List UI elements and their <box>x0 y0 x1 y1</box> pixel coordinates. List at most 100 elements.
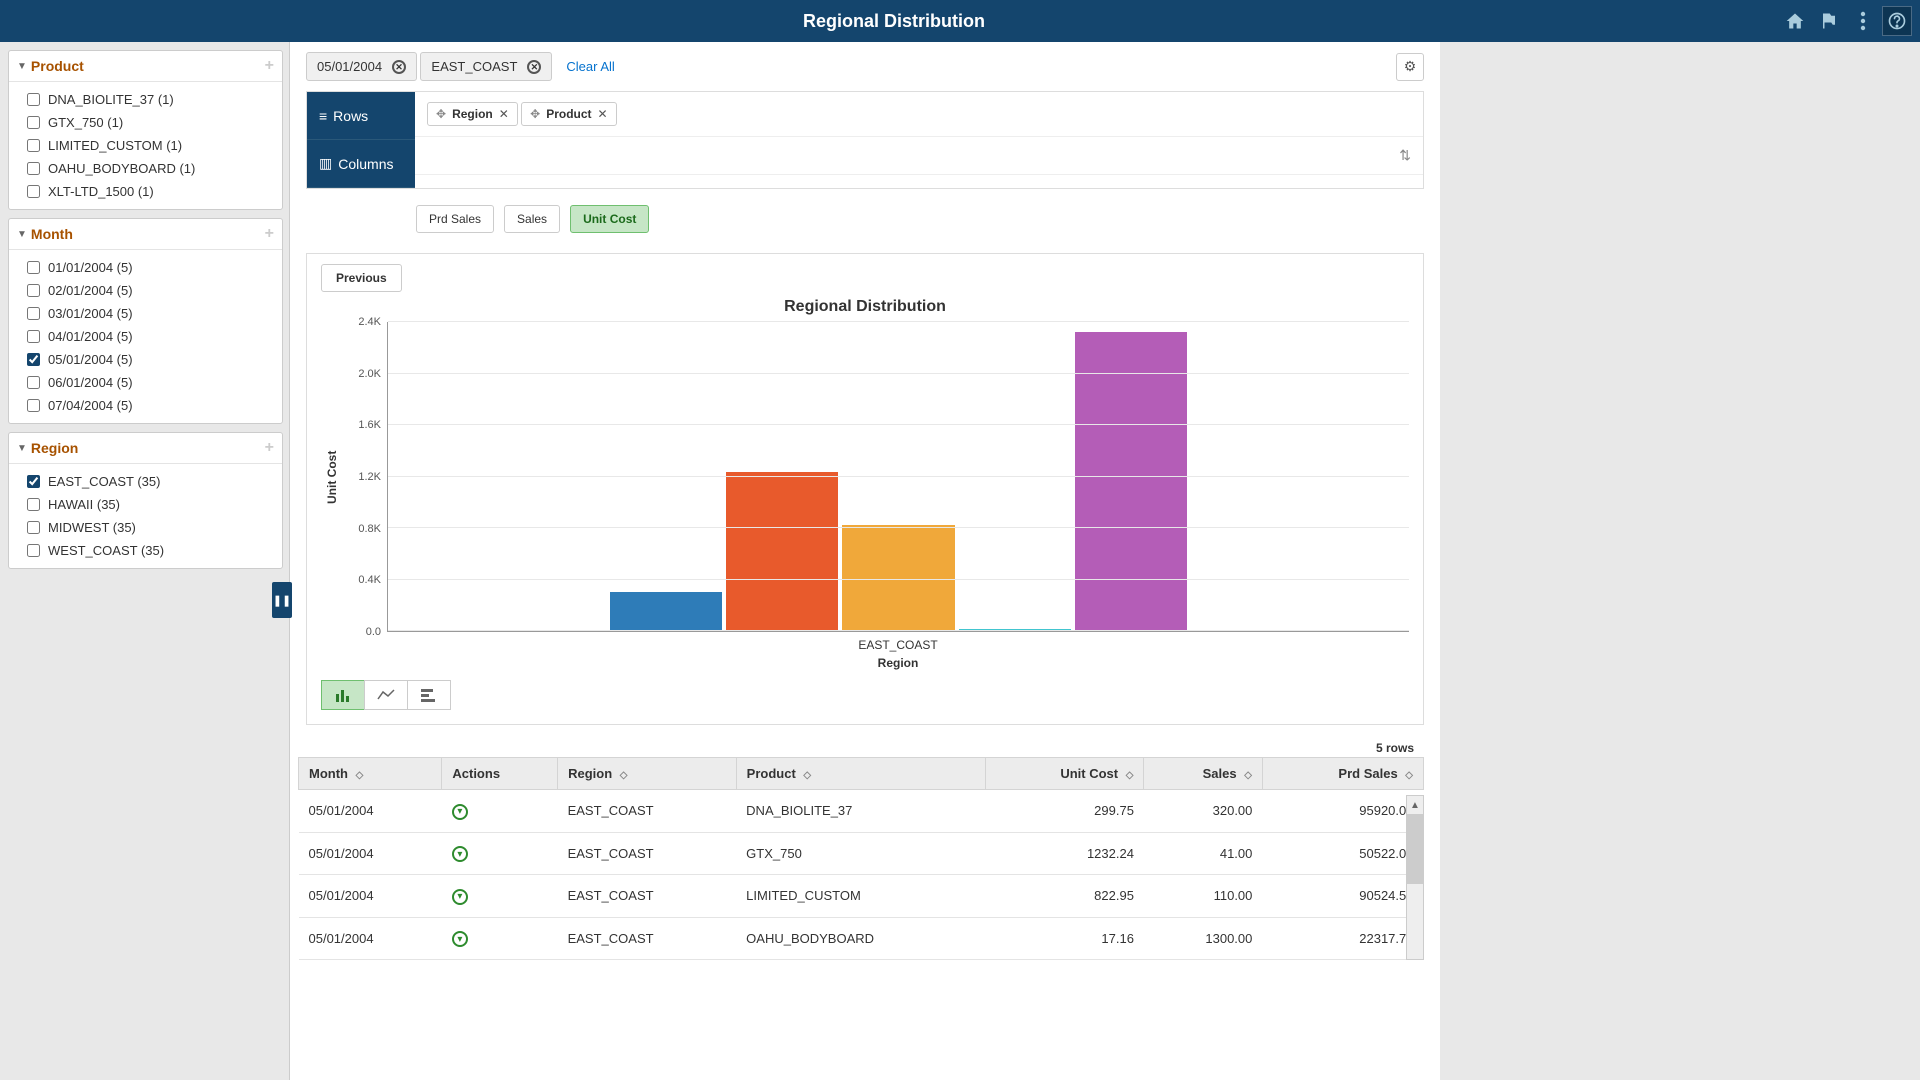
facet-checkbox[interactable] <box>27 307 40 320</box>
plus-icon[interactable]: + <box>265 439 274 457</box>
column-header[interactable]: Actions <box>442 758 558 790</box>
facet-item[interactable]: EAST_COAST (35) <box>9 470 282 493</box>
row-action-icon[interactable]: ▾ <box>452 846 468 862</box>
measure-chip[interactable]: Prd Sales <box>416 205 494 233</box>
menu-dots-icon[interactable] <box>1848 6 1878 36</box>
facet-item[interactable]: LIMITED_CUSTOM (1) <box>9 134 282 157</box>
help-icon[interactable] <box>1882 6 1912 36</box>
sort-icon[interactable]: ◇ <box>1244 770 1252 781</box>
facet-item-label: 04/01/2004 (5) <box>48 329 133 344</box>
facet-header[interactable]: ▼Region+ <box>9 433 282 464</box>
facet-checkbox[interactable] <box>27 376 40 389</box>
facet-name: Month <box>31 226 265 242</box>
column-header[interactable]: Month ◇ <box>299 758 442 790</box>
facet-checkbox[interactable] <box>27 399 40 412</box>
cell-actions: ▾ <box>442 875 558 918</box>
column-header[interactable]: Region ◇ <box>558 758 737 790</box>
facet-checkbox[interactable] <box>27 330 40 343</box>
chart-type-hbar-button[interactable] <box>407 680 451 710</box>
facet-checkbox[interactable] <box>27 544 40 557</box>
dimension-label: Region <box>452 107 493 121</box>
facet-checkbox[interactable] <box>27 261 40 274</box>
facet-checkbox[interactable] <box>27 116 40 129</box>
facet-item[interactable]: XLT-LTD_1500 (1) <box>9 180 282 203</box>
sort-icon[interactable]: ◇ <box>1126 770 1134 781</box>
grid-line <box>388 424 1409 425</box>
facet-item[interactable]: 02/01/2004 (5) <box>9 279 282 302</box>
facet-checkbox[interactable] <box>27 353 40 366</box>
facet-item[interactable]: GTX_750 (1) <box>9 111 282 134</box>
chart-bar[interactable] <box>726 472 838 631</box>
facet-checkbox[interactable] <box>27 162 40 175</box>
facet-checkbox[interactable] <box>27 139 40 152</box>
plus-icon[interactable]: + <box>265 225 274 243</box>
remove-dim-icon[interactable]: ✕ <box>499 107 509 121</box>
chart-type-bar-button[interactable] <box>321 680 365 710</box>
column-header[interactable]: Product ◇ <box>736 758 985 790</box>
facet-item[interactable]: 03/01/2004 (5) <box>9 302 282 325</box>
facet-item-label: MIDWEST (35) <box>48 520 136 535</box>
chart-bar[interactable] <box>1075 332 1187 631</box>
facet-header[interactable]: ▼Product+ <box>9 51 282 82</box>
clear-all-link[interactable]: Clear All <box>566 59 614 74</box>
remove-chip-icon[interactable]: ✕ <box>392 60 406 74</box>
sort-icon[interactable]: ◇ <box>356 770 364 781</box>
column-header[interactable]: Unit Cost ◇ <box>985 758 1144 790</box>
rows-count: 5 rows <box>290 741 1440 757</box>
remove-chip-icon[interactable]: ✕ <box>527 60 541 74</box>
tab-rows[interactable]: ≡ Rows <box>307 92 415 140</box>
facet-item[interactable]: DNA_BIOLITE_37 (1) <box>9 88 282 111</box>
facet-checkbox[interactable] <box>27 93 40 106</box>
tab-columns[interactable]: ▥ Columns <box>307 140 415 188</box>
facet-checkbox[interactable] <box>27 284 40 297</box>
row-action-icon[interactable]: ▾ <box>452 889 468 905</box>
facet-item[interactable]: WEST_COAST (35) <box>9 539 282 562</box>
filter-chip[interactable]: 05/01/2004✕ <box>306 52 417 81</box>
filter-chip[interactable]: EAST_COAST✕ <box>420 52 552 81</box>
facet-item[interactable]: HAWAII (35) <box>9 493 282 516</box>
facet-header[interactable]: ▼ Month+ <box>9 219 282 250</box>
facet-item[interactable]: OAHU_BODYBOARD (1) <box>9 157 282 180</box>
home-icon[interactable] <box>1780 6 1810 36</box>
measure-chip[interactable]: Unit Cost <box>570 205 649 233</box>
cell-month: 05/01/2004 <box>299 917 442 960</box>
swap-axes-icon[interactable]: ⇅ <box>1399 147 1411 164</box>
facet-checkbox[interactable] <box>27 498 40 511</box>
remove-dim-icon[interactable]: ✕ <box>598 107 608 121</box>
facet-item[interactable]: 06/01/2004 (5) <box>9 371 282 394</box>
caret-down-icon: ▼ <box>17 229 27 240</box>
row-action-icon[interactable]: ▾ <box>452 804 468 820</box>
cell-prd-sales: 50522.04 <box>1262 832 1423 875</box>
dimension-chip[interactable]: ✥Product✕ <box>521 102 616 126</box>
y-tick-label: 1.6K <box>358 419 381 431</box>
row-action-icon[interactable]: ▾ <box>452 931 468 947</box>
table-scrollbar[interactable]: ▲ <box>1406 795 1424 960</box>
plus-icon[interactable]: + <box>265 57 274 75</box>
previous-button[interactable]: Previous <box>321 264 402 292</box>
facet-item[interactable]: 07/04/2004 (5) <box>9 394 282 417</box>
grid-line <box>388 373 1409 374</box>
dimension-chip[interactable]: ✥Region✕ <box>427 102 518 126</box>
facet-item[interactable]: 01/01/2004 (5) <box>9 256 282 279</box>
column-header[interactable]: Prd Sales ◇ <box>1262 758 1423 790</box>
cell-sales: 1300.00 <box>1144 917 1262 960</box>
scroll-up-arrow[interactable]: ▲ <box>1407 796 1423 814</box>
sidebar-collapse-handle[interactable]: ❚❚ <box>272 582 292 618</box>
facet-item[interactable]: 05/01/2004 (5) <box>9 348 282 371</box>
column-header[interactable]: Sales ◇ <box>1144 758 1262 790</box>
gear-icon[interactable]: ⚙ <box>1396 53 1424 81</box>
sort-icon[interactable]: ◇ <box>620 770 628 781</box>
facet-checkbox[interactable] <box>27 475 40 488</box>
facet-item[interactable]: 04/01/2004 (5) <box>9 325 282 348</box>
measure-chip[interactable]: Sales <box>504 205 560 233</box>
facet-checkbox[interactable] <box>27 521 40 534</box>
chart-bar[interactable] <box>610 592 722 631</box>
sort-icon[interactable]: ◇ <box>803 770 811 781</box>
sort-icon[interactable]: ◇ <box>1405 770 1413 781</box>
flag-icon[interactable] <box>1814 6 1844 36</box>
chart-type-line-button[interactable] <box>364 680 408 710</box>
facet-region: ▼Region+ EAST_COAST (35)HAWAII (35) MIDWES… <box>8 432 283 569</box>
facet-item[interactable]: MIDWEST (35) <box>9 516 282 539</box>
scroll-thumb[interactable] <box>1407 814 1423 884</box>
facet-checkbox[interactable] <box>27 185 40 198</box>
